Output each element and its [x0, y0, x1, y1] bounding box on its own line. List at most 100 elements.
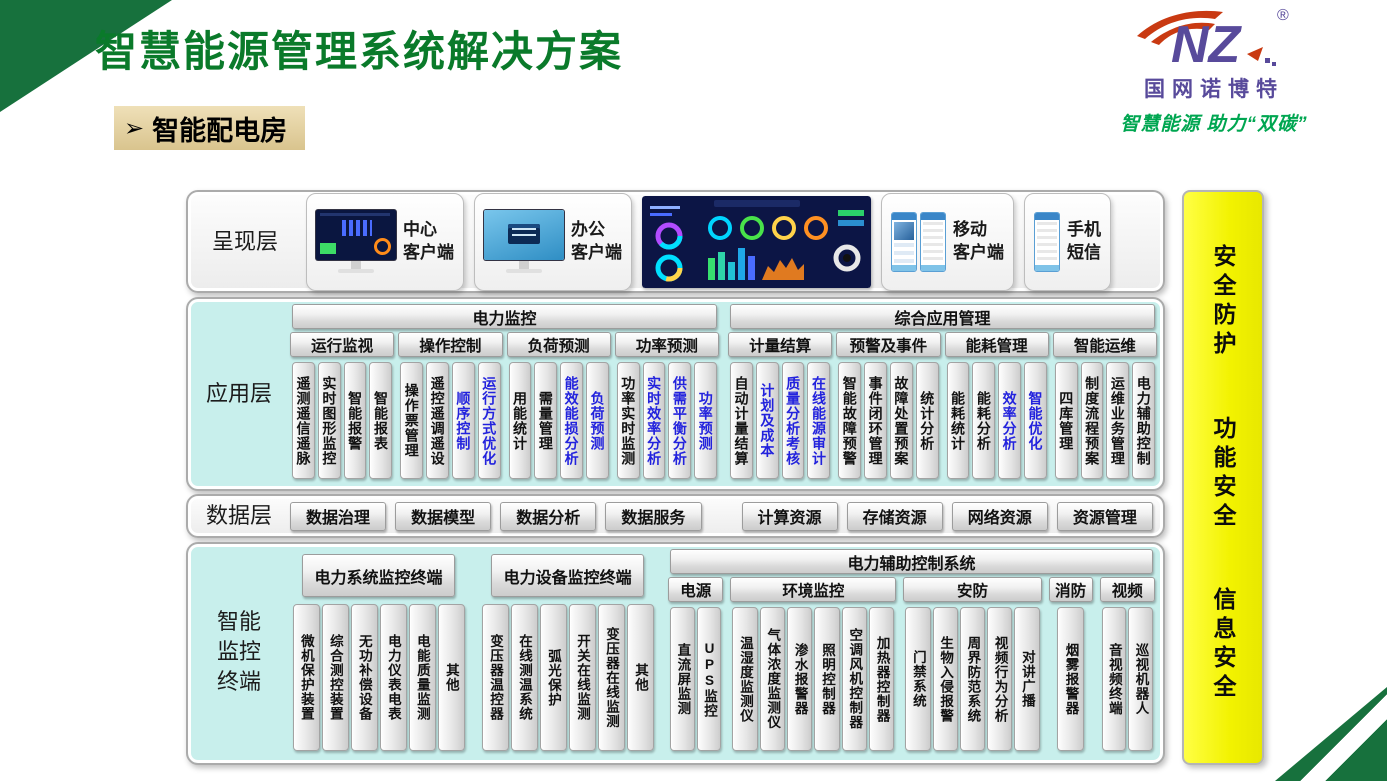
app-function-item: 故障处置预案	[890, 362, 913, 479]
app-function-item: 顺序控制	[452, 362, 475, 479]
logo-tagline: 智慧能源 助力“双碳”	[1069, 109, 1359, 136]
app-function-item: 电力辅助控制	[1132, 362, 1155, 479]
corner-triangle-bottom-right	[1275, 687, 1387, 781]
app-function-item: 效率分析	[998, 362, 1021, 479]
desktop-login-icon	[484, 210, 564, 273]
terminal-device-item: 电力仪表电表	[380, 604, 407, 751]
app-function-item: 实时效率分析	[643, 362, 666, 479]
app-function-item: 智能故障预警	[838, 362, 861, 479]
terminal-group: 电力系统监控终端微机保护装置综合测控装置无功补偿设备电力仪表电表电能质量监测其他	[290, 549, 467, 755]
terminal-pill-row: 门禁系统生物入侵报警周界防范系统视频行为分析对讲广播	[903, 605, 1041, 755]
app-function-item: 功率实时监测	[617, 362, 640, 479]
terminal-device-item: 音视频终端	[1102, 607, 1127, 751]
app-column: 功率预测功率实时监测实时效率分析供需平衡分析功率预测	[615, 332, 719, 483]
logo-mark-icon: NZ ®	[1119, 2, 1309, 74]
terminal-group: 电力辅助控制系统电源直流屏监测UPS监控环境监控温湿度监测仪气体浓度监测仪渗水报…	[668, 549, 1155, 755]
application-groups: 电力监控运行监视遥测遥信遥脉实时图形监控智能报警智能报表操作控制操作票管理遥控遥…	[290, 304, 1157, 483]
company-logo: NZ ® 国网诺博特 智慧能源 助力“双碳”	[1069, 2, 1359, 136]
app-function-item: 负荷预测	[586, 362, 609, 479]
terminal-pill-row: 微机保护装置综合测控装置无功补偿设备电力仪表电表电能质量监测其他	[290, 602, 467, 755]
terminal-device-item: UPS监控	[697, 607, 722, 751]
app-subheader: 预警及事件	[836, 332, 940, 357]
terminal-group-header: 电力设备监控终端	[491, 554, 644, 597]
app-function-item: 事件闭环管理	[864, 362, 887, 479]
data-layer-item: 数据治理	[290, 502, 386, 531]
terminal-device-item: 弧光保护	[540, 604, 567, 751]
terminal-device-item: 周界防范系统	[960, 607, 985, 751]
phone-sms-icon	[1034, 212, 1060, 272]
terminal-device-item: 微机保护装置	[293, 604, 320, 751]
terminal-layer-label: 智能 监控 终端	[188, 549, 290, 755]
app-function-item: 运行方式优化	[478, 362, 501, 479]
app-subheader: 运行监视	[290, 332, 394, 357]
section-bullet-label: 智能配电房	[152, 109, 287, 148]
slide: 智慧能源管理系统解决方案 ➢ 智能配电房 NZ ® 国网诺博特 智慧能源 助力“…	[0, 0, 1387, 781]
app-subheader: 智能运维	[1053, 332, 1157, 357]
app-function-item: 操作票管理	[400, 362, 423, 479]
terminal-device-item: 烟雾报警器	[1057, 607, 1084, 751]
app-group-columns: 计量结算自动计量结算计划及成本质量分析考核在线能源审计预警及事件智能故障预警事件…	[728, 332, 1157, 483]
client-card-mobile: 移动 客户端	[881, 193, 1014, 291]
desktop-dashboard-icon	[316, 210, 396, 273]
terminal-subheader: 电源	[668, 577, 723, 602]
app-group-header: 综合应用管理	[730, 304, 1155, 329]
terminal-device-item: 渗水报警器	[787, 607, 812, 751]
app-function-item: 功率预测	[694, 362, 717, 479]
terminal-pill-row: 直流屏监测UPS监控	[668, 605, 723, 755]
app-function-item: 运维业务管理	[1106, 362, 1129, 479]
app-pill-row: 遥测遥信遥脉实时图形监控智能报警智能报表	[290, 360, 394, 483]
security-bar-item: 安全防护	[1206, 244, 1240, 360]
data-layer-item: 数据模型	[395, 502, 491, 531]
app-function-item: 需量管理	[534, 362, 557, 479]
terminal-subheader: 安防	[903, 577, 1041, 602]
terminal-layer-panel: 智能 监控 终端 电力系统监控终端微机保护装置综合测控装置无功补偿设备电力仪表电…	[186, 542, 1165, 765]
app-column: 负荷预测用能统计需量管理能效能损分析负荷预测	[507, 332, 611, 483]
terminal-device-item: 电能质量监测	[409, 604, 436, 751]
svg-text:NZ: NZ	[1171, 16, 1243, 74]
terminal-subgroups: 电源直流屏监测UPS监控环境监控温湿度监测仪气体浓度监测仪渗水报警器照明控制器空…	[668, 577, 1155, 755]
data-layer-item: 网络资源	[952, 502, 1048, 531]
terminal-subgroup: 视频音视频终端巡视机器人	[1100, 577, 1155, 755]
terminal-device-item: 加热器控制器	[869, 607, 894, 751]
application-layer-label: 应用层	[188, 304, 290, 483]
terminal-device-item: 其他	[438, 604, 465, 751]
app-column: 运行监视遥测遥信遥脉实时图形监控智能报警智能报表	[290, 332, 394, 483]
app-function-item: 遥测遥信遥脉	[292, 362, 315, 479]
presentation-layer-panel: 呈现层 中心 客户端 办公 客户端	[186, 190, 1165, 293]
app-function-item: 质量分析考核	[782, 362, 805, 479]
app-pill-row: 自动计量结算计划及成本质量分析考核在线能源审计	[728, 360, 832, 483]
data-layer-item: 存储资源	[847, 502, 943, 531]
terminal-device-item: 生物入侵报警	[933, 607, 958, 751]
terminal-pill-row: 变压器温控器在线测温系统弧光保护开关在线监测变压器在线监测其他	[479, 602, 656, 755]
data-layer-item: 计算资源	[742, 502, 838, 531]
app-function-item: 能耗分析	[972, 362, 995, 479]
client-card-sms: 手机 短信	[1024, 193, 1111, 291]
terminal-subgroup: 安防门禁系统生物入侵报警周界防范系统视频行为分析对讲广播	[903, 577, 1041, 755]
terminal-pill-row: 温湿度监测仪气体浓度监测仪渗水报警器照明控制器空调风机控制器加热器控制器	[730, 605, 896, 755]
terminal-subgroup: 环境监控温湿度监测仪气体浓度监测仪渗水报警器照明控制器空调风机控制器加热器控制器	[730, 577, 896, 755]
terminal-group: 电力设备监控终端变压器温控器在线测温系统弧光保护开关在线监测变压器在线监测其他	[479, 549, 656, 755]
app-group: 综合应用管理计量结算自动计量结算计划及成本质量分析考核在线能源审计预警及事件智能…	[728, 304, 1157, 483]
terminal-group-header: 电力辅助控制系统	[670, 549, 1153, 574]
svg-text:®: ®	[1277, 7, 1289, 24]
data-layer-item: 数据分析	[500, 502, 596, 531]
terminal-subgroup: 消防烟雾报警器	[1049, 577, 1093, 755]
app-function-item: 四库管理	[1055, 362, 1078, 479]
app-function-item: 制度流程预案	[1081, 362, 1104, 479]
app-column: 操作控制操作票管理遥控遥调遥设顺序控制运行方式优化	[398, 332, 502, 483]
app-column: 计量结算自动计量结算计划及成本质量分析考核在线能源审计	[728, 332, 832, 483]
terminal-subgroup: 电源直流屏监测UPS监控	[668, 577, 723, 755]
terminal-device-item: 照明控制器	[814, 607, 839, 751]
app-function-item: 能效能损分析	[560, 362, 583, 479]
app-function-item: 能耗统计	[947, 362, 970, 479]
mobile-phones-icon	[891, 212, 946, 272]
app-pill-row: 功率实时监测实时效率分析供需平衡分析功率预测	[615, 360, 719, 483]
terminal-device-item: 巡视机器人	[1128, 607, 1153, 751]
app-function-item: 实时图形监控	[318, 362, 341, 479]
dashboard-preview-image	[642, 196, 871, 288]
security-bar-item: 功能安全	[1206, 416, 1240, 532]
app-pill-row: 用能统计需量管理能效能损分析负荷预测	[507, 360, 611, 483]
terminal-groups: 电力系统监控终端微机保护装置综合测控装置无功补偿设备电力仪表电表电能质量监测其他…	[290, 549, 1155, 755]
terminal-subheader: 消防	[1049, 577, 1093, 602]
client-card-office: 办公 客户端	[474, 193, 632, 291]
